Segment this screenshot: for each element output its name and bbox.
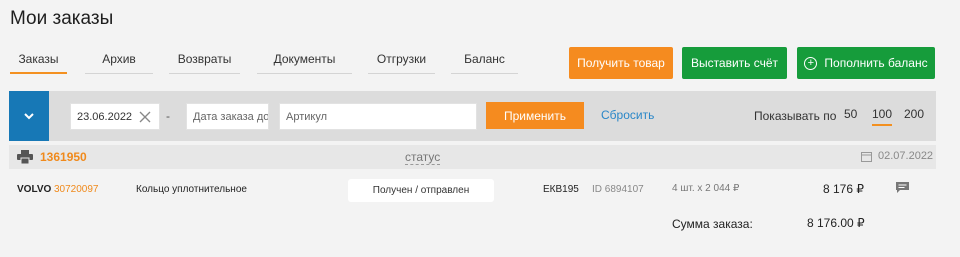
page-size-200[interactable]: 200 <box>904 107 924 121</box>
filter-toggle-button[interactable] <box>9 91 49 141</box>
plus-circle-icon: + <box>804 56 818 70</box>
page-size-50[interactable]: 50 <box>844 107 857 121</box>
date-from-field[interactable] <box>70 103 160 130</box>
item-status-badge: Получен / отправлен <box>348 179 494 202</box>
get-goods-label: Получить товар <box>577 56 665 70</box>
page-title: Мои заказы <box>10 8 114 29</box>
item-price: 8 176 ₽ <box>823 182 864 196</box>
tab-returns[interactable]: Возвраты <box>169 52 240 74</box>
tab-shipments[interactable]: Отгрузки <box>368 52 435 74</box>
top-up-balance-button[interactable]: + Пополнить баланс <box>797 47 935 79</box>
tab-archive[interactable]: Архив <box>85 52 153 74</box>
order-date: 02.07.2022 <box>878 150 934 162</box>
order-number[interactable]: 1361950 <box>40 150 87 164</box>
reset-link[interactable]: Сбросить <box>601 108 654 122</box>
tab-orders[interactable]: Заказы <box>10 52 67 74</box>
order-total-value: 8 176.00 ₽ <box>807 216 865 230</box>
show-by-label: Показывать по <box>754 109 837 123</box>
page-size-100[interactable]: 100 <box>872 107 893 126</box>
article-input[interactable] <box>286 110 476 123</box>
calendar-icon <box>861 152 872 162</box>
clear-icon[interactable] <box>138 110 152 124</box>
invoice-label: Выставить счёт <box>690 56 779 70</box>
comment-icon[interactable] <box>895 181 910 194</box>
status-toggle[interactable]: статус <box>405 150 441 165</box>
date-to-field[interactable] <box>186 103 269 130</box>
apply-button[interactable]: Применить <box>486 102 584 129</box>
item-part-number[interactable]: 30720097 <box>54 184 99 195</box>
date-separator: - <box>166 109 170 123</box>
order-total-label: Сумма заказа: <box>672 217 753 231</box>
item-name: Кольцо уплотнительное <box>136 184 247 195</box>
tab-balance[interactable]: Баланс <box>451 52 518 74</box>
chevron-down-icon <box>24 113 34 120</box>
item-brand: VOLVO <box>17 184 52 195</box>
item-quantity: 4 шт. х 2 044 ₽ <box>672 183 740 194</box>
invoice-button[interactable]: Выставить счёт <box>682 47 787 79</box>
date-to-input[interactable] <box>193 110 268 123</box>
get-goods-button[interactable]: Получить товар <box>569 47 673 79</box>
item-id: ID 6894107 <box>592 184 644 195</box>
order-header <box>9 145 936 169</box>
top-up-balance-label: Пополнить баланс <box>824 56 928 70</box>
tab-documents[interactable]: Документы <box>257 52 352 74</box>
article-field[interactable] <box>279 103 477 130</box>
item-warehouse: ЕКВ195 <box>543 184 579 195</box>
print-icon[interactable] <box>17 150 33 164</box>
